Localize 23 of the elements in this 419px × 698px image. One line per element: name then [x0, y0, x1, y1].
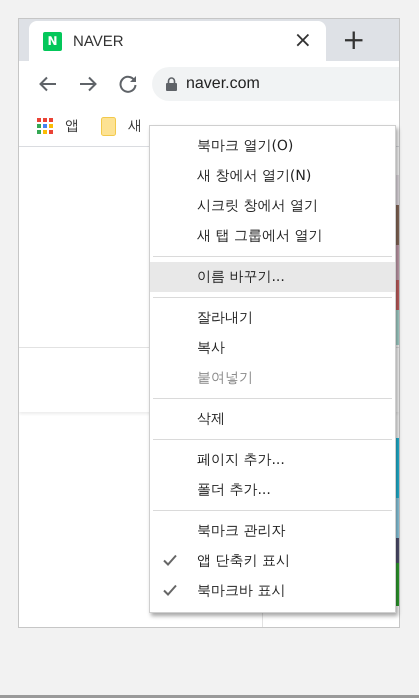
bookmark-item[interactable]: 새 [101, 116, 142, 136]
folder-icon [101, 116, 116, 136]
menu-item[interactable]: 새 창에서 열기(N) [150, 161, 395, 191]
close-tab-button[interactable]: × [290, 29, 316, 53]
bookmark-item[interactable]: 앱 [37, 117, 79, 135]
menu-item[interactable]: 페이지 추가... [150, 445, 395, 475]
menu-item[interactable]: 북마크바 표시 [150, 576, 395, 606]
menu-item[interactable]: 삭제 [150, 404, 395, 434]
tab-title: NAVER [73, 32, 125, 50]
menu-item[interactable]: 폴더 추가... [150, 475, 395, 505]
menu-item[interactable]: 복사 [150, 333, 395, 363]
lock-icon [166, 76, 177, 90]
menu-item[interactable]: 새 탭 그룹에서 열기 [150, 221, 395, 251]
menu-item[interactable]: 북마크 열기(O) [150, 131, 395, 161]
address-bar[interactable]: naver.com [152, 66, 399, 100]
menu-item[interactable]: 북마크 관리자 [150, 516, 395, 546]
menu-item[interactable]: 시크릿 창에서 열기 [150, 191, 395, 221]
new-tab-button[interactable]: + [342, 23, 366, 57]
apps-grid-icon [37, 118, 53, 134]
menu-item[interactable]: 앱 단축키 표시 [150, 546, 395, 576]
naver-logo: N [43, 32, 62, 50]
menu-item[interactable]: 잘라내기 [150, 303, 395, 333]
menu-item[interactable]: 이름 바꾸기... [150, 262, 395, 292]
